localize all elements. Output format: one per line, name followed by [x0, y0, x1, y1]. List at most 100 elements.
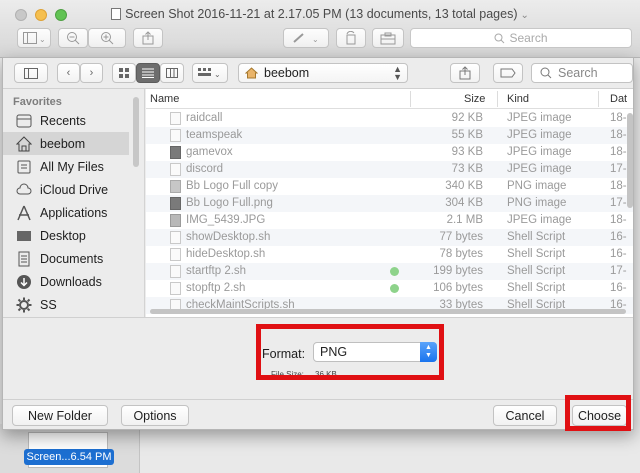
icon-view-button[interactable] [112, 63, 136, 83]
document-icon [111, 8, 122, 20]
location-popup[interactable]: beebom ▲ ▼ [238, 63, 408, 83]
window-search-field[interactable]: Search [410, 28, 632, 48]
share-button[interactable] [133, 28, 163, 48]
new-folder-button[interactable]: New Folder [12, 405, 108, 426]
column-divider[interactable] [410, 91, 411, 107]
share-icon [142, 31, 154, 45]
list-icon [142, 68, 154, 78]
file-size: 78 bytes [439, 248, 483, 260]
zoom-out-button[interactable] [58, 28, 88, 48]
sidebar-icon [24, 67, 38, 79]
sidebar-item-label: Recents [40, 113, 86, 128]
list-view-button[interactable] [136, 63, 160, 83]
file-kind: JPEG image [507, 163, 572, 175]
sidebar-item-label: iCloud Drive [40, 182, 109, 197]
file-name: teamspeak [186, 129, 243, 141]
file-name: IMG_5439.JPG [186, 214, 266, 226]
svg-text:⌄: ⌄ [312, 35, 319, 44]
file-row[interactable]: hideDesktop.sh 78 bytes Shell Script 16- [146, 246, 633, 263]
view-menu-button[interactable]: ⌄ [17, 28, 51, 48]
back-button[interactable]: ‹ [57, 63, 80, 83]
pen-icon: ⌄ [293, 33, 319, 44]
image-file-icon [170, 197, 181, 210]
rotate-icon [346, 31, 356, 45]
column-view-button[interactable] [160, 63, 184, 83]
forward-button[interactable]: › [80, 63, 103, 83]
thumbnail-label[interactable]: Screen...6.54 PM [24, 449, 114, 465]
rotate-button[interactable] [336, 28, 366, 48]
file-date: 18- [610, 112, 627, 124]
sidebar-item-desktop[interactable]: Desktop [3, 224, 129, 247]
search-icon [494, 33, 505, 43]
sidebar-item-ss[interactable]: SS [3, 293, 129, 316]
column-header-size[interactable]: Size [464, 93, 485, 105]
file-list: Name Size Kind Dat raidcall 92 KB JPEG i… [146, 89, 633, 317]
sidebar-item-recents[interactable]: Recents [3, 109, 129, 132]
markup-button[interactable]: ⌄ [283, 28, 329, 48]
file-kind: JPEG image [507, 129, 572, 141]
sidebar-item-downloads[interactable]: Downloads [3, 270, 129, 293]
file-name: Bb Logo Full copy [186, 180, 279, 192]
file-row[interactable]: raidcall 92 KB JPEG image 18- [146, 110, 633, 127]
options-button[interactable]: Options [121, 405, 189, 426]
file-row[interactable]: discord 73 KB JPEG image 17- [146, 161, 633, 178]
file-kind: PNG image [507, 180, 567, 192]
sidebar-header: Favorites [13, 96, 62, 108]
file-row[interactable]: stopftp 2.sh 106 bytes Shell Script 16- [146, 280, 633, 297]
file-row[interactable]: Bb Logo Full.png 304 KB PNG image 17- [146, 195, 633, 212]
file-row[interactable]: gamevox 93 KB JPEG image 18- [146, 144, 633, 161]
zoom-in-button[interactable] [88, 28, 126, 48]
column-divider[interactable] [598, 91, 599, 107]
sidebar-item-label: Desktop [40, 228, 86, 243]
sidebar-item-label: SS [40, 297, 57, 312]
sheet-search-field[interactable]: Search [531, 63, 633, 83]
window-title-area[interactable]: Screen Shot 2016-11-21 at 2.17.05 PM (13… [0, 7, 640, 21]
sidebar-item-icloud-drive[interactable]: iCloud Drive [3, 178, 129, 201]
file-row[interactable]: startftp 2.sh 199 bytes Shell Script 17- [146, 263, 633, 280]
toggle-sidebar-button[interactable] [14, 63, 48, 83]
sidebar-item-beebom[interactable]: beebom [3, 132, 129, 155]
choose-highlight-box [565, 395, 631, 431]
file-icon [170, 163, 181, 176]
file-row[interactable]: showDesktop.sh 77 bytes Shell Script 16- [146, 229, 633, 246]
column-divider[interactable] [497, 91, 498, 107]
sidebar-item-documents[interactable]: Documents [3, 247, 129, 270]
script-file-icon [170, 265, 181, 278]
column-header-name[interactable]: Name [150, 93, 179, 105]
script-file-icon [170, 282, 181, 295]
file-row[interactable]: Bb Logo Full copy 340 KB PNG image 18- [146, 178, 633, 195]
file-list-header: Name Size Kind Dat [146, 89, 633, 109]
file-row[interactable]: teamspeak 55 KB JPEG image 18- [146, 127, 633, 144]
sheet-share-button[interactable] [450, 63, 480, 83]
up-down-chevron-icon: ▲ ▼ [393, 64, 402, 82]
svg-text:⌄: ⌄ [214, 70, 221, 78]
file-date: 18- [610, 129, 627, 141]
script-file-icon [170, 248, 181, 261]
sidebar-item-all-my-files[interactable]: All My Files [3, 155, 129, 178]
file-list-horizontal-scrollbar[interactable] [150, 309, 626, 314]
edit-tags-button[interactable] [493, 63, 523, 83]
sidebar: Favorites Recents beebom All My Files iC… [3, 89, 145, 317]
file-row[interactable]: IMG_5439.JPG 2.1 MB JPEG image 18- [146, 212, 633, 229]
toolbox-button[interactable] [372, 28, 404, 48]
file-name: raidcall [186, 112, 223, 124]
column-header-date[interactable]: Dat [610, 93, 627, 105]
file-name: Bb Logo Full.png [186, 197, 273, 209]
file-size: 340 KB [445, 180, 483, 192]
column-header-kind[interactable]: Kind [507, 93, 529, 105]
documents-icon [16, 251, 32, 267]
file-name: stopftp 2.sh [186, 282, 246, 294]
file-date: 18- [610, 214, 627, 226]
file-name: discord [186, 163, 224, 175]
search-icon [540, 67, 552, 79]
cancel-button[interactable]: Cancel [493, 405, 557, 426]
share-icon [459, 66, 471, 80]
file-list-vertical-scrollbar[interactable] [627, 113, 633, 208]
image-file-icon [170, 214, 181, 227]
file-name: startftp 2.sh [186, 265, 247, 277]
sidebar-item-applications[interactable]: Applications [3, 201, 129, 224]
sidebar-scrollbar[interactable] [133, 97, 139, 167]
zoom-out-icon [67, 32, 80, 45]
group-view-button[interactable]: ⌄ [192, 63, 228, 83]
sidebar-item-label: Downloads [40, 274, 102, 289]
